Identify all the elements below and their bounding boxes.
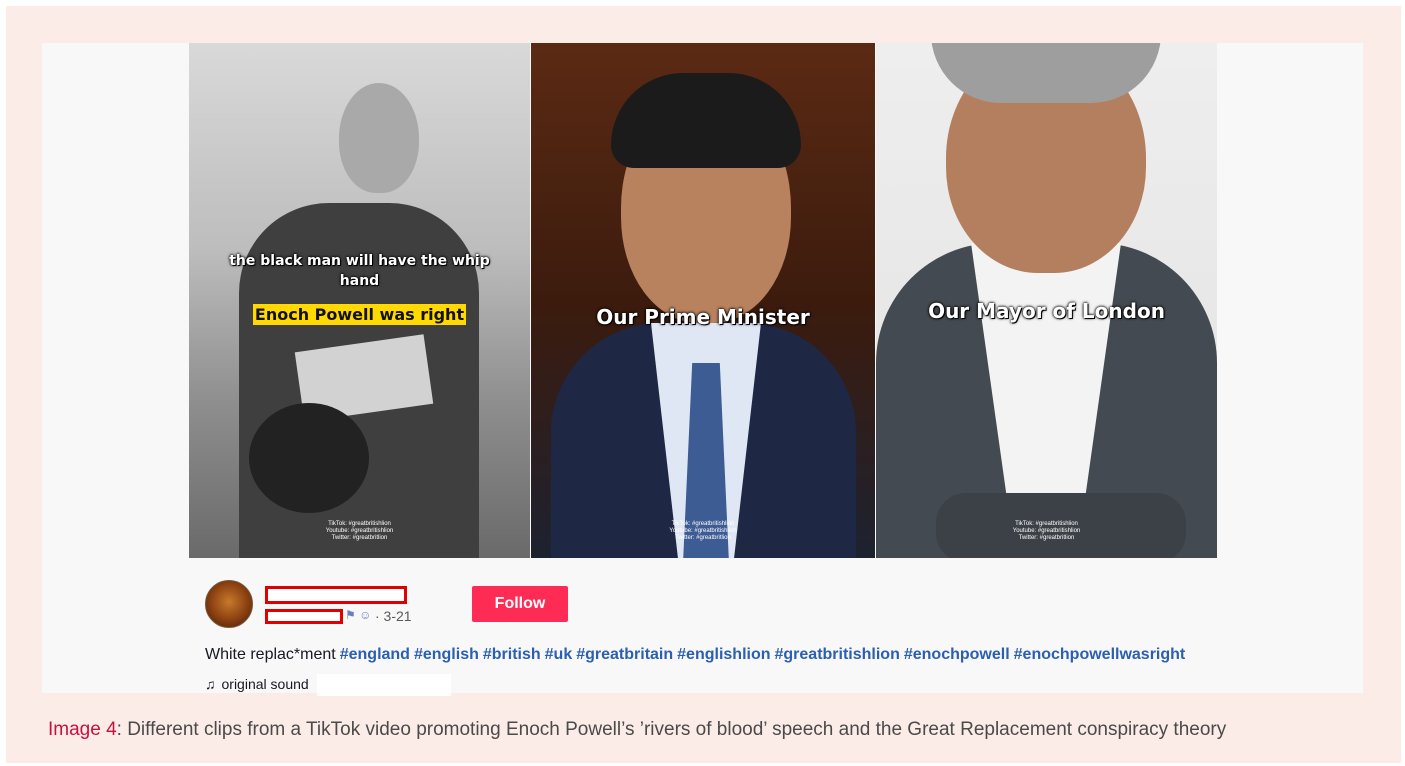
- redacted-sound-name: [317, 674, 451, 696]
- audience-head: [249, 403, 369, 513]
- hashtag-link[interactable]: #greatbritain: [576, 646, 673, 663]
- watermark: TikTok: #greatbritishlion Youtube: #grea…: [669, 521, 737, 541]
- hashtag-link[interactable]: #uk: [545, 646, 573, 663]
- hashtag-link[interactable]: #enochpowell: [904, 646, 1010, 663]
- sound-label: original sound: [221, 676, 309, 692]
- watermark: TikTok: #greatbritishlion Youtube: #grea…: [325, 521, 394, 541]
- caption-prime-minister: Our Prime Minister: [596, 305, 810, 329]
- figure-caption: Image 4: Different clips from a TikTok v…: [48, 719, 1226, 741]
- caption-mayor: Our Mayor of London: [928, 299, 1165, 323]
- redacted-handle: [265, 609, 343, 624]
- redacted-username: [265, 586, 407, 604]
- hashtag-link[interactable]: #british: [483, 646, 541, 663]
- music-note-icon: ♫: [205, 676, 216, 692]
- figure-head: [339, 83, 419, 193]
- flag-icon: ⚑ ☺: [345, 608, 372, 622]
- sound-row[interactable]: ♫ original sound: [205, 676, 309, 692]
- frame-prime-minister: Our Prime Minister TikTok: #greatbritish…: [531, 43, 875, 558]
- caption-quote: the black man will have the whip hand: [229, 253, 490, 289]
- caption-highlight: Enoch Powell was right: [252, 304, 467, 325]
- post-date: · 3-21: [375, 608, 412, 624]
- caption-text: : Different clips from a TikTok video pr…: [116, 719, 1227, 740]
- hashtag-link[interactable]: #englishlion: [677, 646, 770, 663]
- follow-button[interactable]: Follow: [472, 586, 568, 622]
- hashtag-list: #england #english #british #uk #greatbritain…: [336, 646, 1186, 663]
- hashtag-link[interactable]: #english: [414, 646, 479, 663]
- post-description: White replac*ment #england #english #britis…: [205, 646, 1185, 664]
- hashtag-link[interactable]: #enochpowellwasright: [1014, 646, 1186, 663]
- frame-mayor: Our Mayor of London TikTok: #greatbritis…: [876, 43, 1217, 558]
- tiktok-post-card: the black man will have the whip hand En…: [42, 43, 1363, 696]
- watermark: TikTok: #greatbritishlion Youtube: #grea…: [1012, 521, 1081, 541]
- figure-hair: [611, 73, 801, 168]
- caption-label: Image 4: [48, 719, 117, 740]
- video-frames: the black man will have the whip hand En…: [189, 43, 1217, 558]
- hashtag-link[interactable]: #england: [340, 646, 410, 663]
- post-meta: ⚑ ☺ · 3-21 Follow White replac*ment #engl…: [189, 568, 1363, 696]
- frame-enoch-powell: the black man will have the whip hand En…: [189, 43, 530, 558]
- description-text: White replac*ment: [205, 646, 336, 663]
- avatar[interactable]: [205, 580, 253, 628]
- hashtag-link[interactable]: #greatbritishlion: [775, 646, 900, 663]
- figure-container: the black man will have the whip hand En…: [6, 6, 1401, 763]
